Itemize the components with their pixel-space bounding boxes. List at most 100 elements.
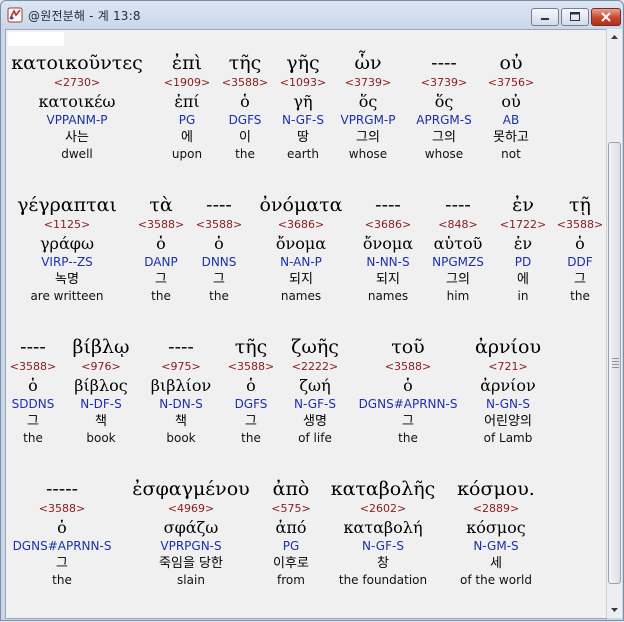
lemma: ἐν xyxy=(513,234,533,253)
greek-word: ἀπὸ xyxy=(272,478,310,500)
word-column[interactable]: ζωῆς <2222> ζωή N-GF-S 생명 of life xyxy=(283,335,347,446)
word-column[interactable]: γῆς <1093> γῆ N-GF-S 땅 earth xyxy=(271,51,335,162)
strong-number: <3686> xyxy=(277,218,325,231)
lemma: ὁ xyxy=(156,234,166,253)
greek-word: τῆς xyxy=(228,52,262,74)
lemma: γῆ xyxy=(293,92,313,111)
greek-word: καταβολῆς xyxy=(330,478,436,500)
strong-number: <2602> xyxy=(359,502,407,515)
korean-gloss: 세 xyxy=(490,556,502,571)
word-column[interactable]: ὀνόματα <3686> ὄνομα N-AN-P 되지 names xyxy=(249,193,353,304)
word-column[interactable]: βίβλῳ <976> βίβλος N-DF-S 책 book xyxy=(63,335,139,446)
parsing-code: N-GF-S xyxy=(282,113,324,127)
vertical-scrollbar[interactable] xyxy=(606,29,622,618)
english-gloss: in xyxy=(517,289,529,303)
strong-number: <3739> xyxy=(344,76,392,89)
word-column[interactable]: τῇ <3588> ὁ DDF 그 the xyxy=(553,193,607,304)
word-column[interactable]: ἀπὸ <575> ἀπό PG 이후로 from xyxy=(263,477,319,588)
parsing-code: N-GN-S xyxy=(486,397,530,411)
lemma: ὁ xyxy=(246,376,256,395)
strong-number: <1093> xyxy=(279,76,327,89)
greek-word: ----- xyxy=(45,478,79,500)
word-column[interactable]: ---- <3739> ὅς APRGM-S 그의 whose xyxy=(407,51,481,162)
title-bar[interactable]: @원전분해 - 계 13:8 xyxy=(1,1,623,29)
parsing-code: APRGM-S xyxy=(416,113,472,127)
word-column[interactable]: οὐ <3756> οὐ AB 못하고 not xyxy=(479,51,543,162)
strong-number: <3588> xyxy=(38,502,86,515)
app-window: @원전분해 - 계 13:8 κατοικοῦντες <2730> κατοι xyxy=(0,0,624,621)
word-column[interactable]: κατοικοῦντες <2730> κατοικέω VPPANM-P 사는… xyxy=(7,51,147,162)
strong-number: <3588> xyxy=(384,360,432,373)
word-column[interactable]: ἐπὶ <1909> ἐπί PG 에 upon xyxy=(156,51,218,162)
lemma: σφάζω xyxy=(163,518,219,537)
parsing-code: DANP xyxy=(144,255,178,269)
greek-word: ---- xyxy=(431,52,457,74)
greek-word: οὐ xyxy=(499,52,523,74)
english-gloss: book xyxy=(166,431,196,445)
app-icon[interactable] xyxy=(7,7,23,23)
word-column[interactable]: ---- <3686> ὄνομα N-NN-S 되지 names xyxy=(355,193,421,304)
word-column[interactable]: γέγραπται <1125> γράφω VIRP--ZS 녹명 are w… xyxy=(7,193,127,304)
english-gloss: the xyxy=(570,289,590,303)
korean-gloss: 그 xyxy=(56,556,68,571)
parsing-code: DNNS xyxy=(201,255,237,269)
scroll-down-button[interactable] xyxy=(607,602,622,618)
lemma: ὅς xyxy=(434,92,454,111)
parsing-code: DGNS#APRNN-S xyxy=(358,397,458,411)
greek-word: κατοικοῦντες xyxy=(11,52,143,74)
word-column[interactable]: τὰ <3588> ὁ DANP 그 the xyxy=(133,193,189,304)
word-column[interactable]: τοῦ <3588> ὁ DGNS#APRNN-S 그 the xyxy=(353,335,463,446)
scroll-thumb[interactable] xyxy=(608,142,621,584)
lemma: καταβολή xyxy=(343,518,423,537)
word-column[interactable]: ὧν <3739> ὅς VPRGM-P 그의 whose xyxy=(331,51,405,162)
lemma: ὁ xyxy=(403,376,413,395)
korean-gloss: 그 xyxy=(402,414,414,429)
word-column[interactable]: ---- <3588> ὁ DNNS 그 the xyxy=(191,193,247,304)
word-column[interactable]: ---- <848> αὑτοῦ NPGMZS 그의 him xyxy=(425,193,491,304)
word-column[interactable]: ἐν <1722> ἐν PD 에 in xyxy=(497,193,549,304)
minimize-button[interactable] xyxy=(531,8,559,26)
lemma: ὅς xyxy=(358,92,378,111)
parsing-code: PG xyxy=(282,539,300,553)
greek-word: τοῦ xyxy=(391,336,425,358)
korean-gloss: 못하고 xyxy=(493,130,529,145)
strong-number: <3588> xyxy=(9,360,57,373)
word-column[interactable]: ἐσφαγμένου <4969> σφάζω VPRPGN-S 죽임을 당한 … xyxy=(121,477,261,588)
english-gloss: the xyxy=(235,147,255,161)
word-column[interactable]: ----- <3588> ὁ DGNS#APRNN-S 그 the xyxy=(7,477,117,588)
close-button[interactable] xyxy=(591,8,621,26)
lemma: ὁ xyxy=(214,234,224,253)
english-gloss: from xyxy=(277,573,305,587)
korean-gloss: 땅 xyxy=(297,130,309,145)
strong-number: <3588> xyxy=(195,218,243,231)
lemma: ὁ xyxy=(28,376,38,395)
maximize-icon xyxy=(570,12,580,21)
lemma: αὑτοῦ xyxy=(433,234,483,253)
word-column[interactable]: ἀρνίου <721> ἀρνίον N-GN-S 어린양의 of Lamb xyxy=(467,335,549,446)
english-gloss: the xyxy=(398,431,418,445)
lemma: ὄνομα xyxy=(275,234,327,253)
word-column[interactable]: ---- <3588> ὁ SDDNS 그 the xyxy=(7,335,59,446)
korean-gloss: 되지 xyxy=(289,272,313,287)
korean-gloss: 창 xyxy=(377,556,389,571)
greek-word: ἀρνίου xyxy=(475,336,541,358)
english-gloss: not xyxy=(501,147,521,161)
maximize-button[interactable] xyxy=(561,8,589,26)
parsing-code: VPRGM-P xyxy=(340,113,396,127)
korean-gloss: 그 xyxy=(245,414,257,429)
english-gloss: dwell xyxy=(61,147,93,161)
parsing-code: DGFS xyxy=(228,113,262,127)
english-gloss: the foundation xyxy=(338,573,428,587)
strong-number: <3588> xyxy=(556,218,604,231)
english-gloss: the xyxy=(151,289,171,303)
word-column[interactable]: ---- <975> βιβλίον N-DN-S 책 book xyxy=(143,335,219,446)
english-gloss: slain xyxy=(177,573,205,587)
word-column[interactable]: κόσμου. <2889> κόσμος N-GM-S 세 of the wo… xyxy=(447,477,545,588)
word-column[interactable]: τῆς <3588> ὁ DGFS 그 the xyxy=(223,335,279,446)
lemma: ζωή xyxy=(299,376,331,395)
korean-gloss: 책 xyxy=(175,414,187,429)
word-column[interactable]: καταβολῆς <2602> καταβολή N-GF-S 창 the f… xyxy=(323,477,443,588)
lemma: ἀρνίον xyxy=(480,376,536,395)
word-column[interactable]: τῆς <3588> ὁ DGFS 이 the xyxy=(215,51,275,162)
scroll-up-button[interactable] xyxy=(607,29,622,45)
